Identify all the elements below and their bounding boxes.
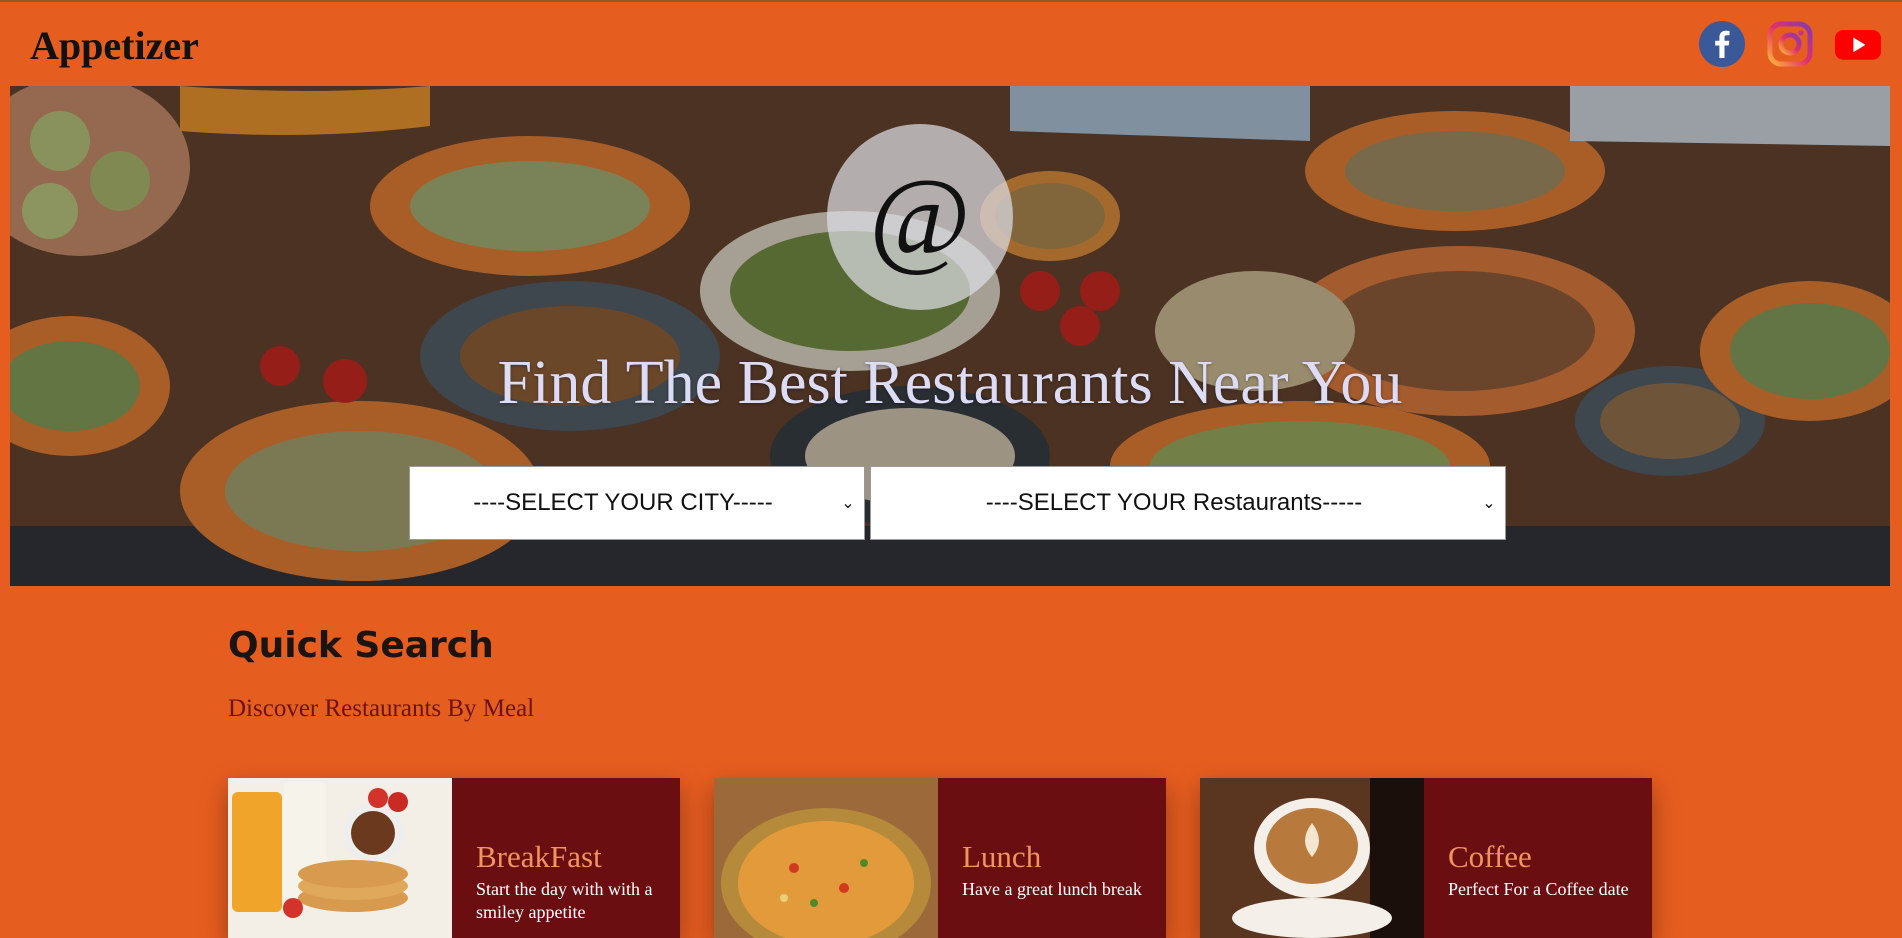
card-description: Have a great lunch break xyxy=(962,879,1142,900)
meal-card-breakfast[interactable]: BreakFast Start the day with with a smil… xyxy=(228,778,680,938)
card-description: Start the day with with a smiley appetit… xyxy=(476,879,653,922)
city-select-value: ----SELECT YOUR CITY----- xyxy=(473,489,773,516)
meal-card-lunch[interactable]: Lunch Have a great lunch break xyxy=(714,778,1166,938)
meal-card-coffee[interactable]: Coffee Perfect For a Coffee date xyxy=(1200,778,1652,938)
brand-logo-text[interactable]: Appetizer xyxy=(30,22,199,69)
card-title: Lunch xyxy=(962,839,1042,874)
hero-banner: @ Find The Best Restaurants Near You ---… xyxy=(10,86,1890,586)
social-links xyxy=(1698,20,1882,68)
restaurant-select[interactable]: ----SELECT YOUR Restaurants----- ⌄ xyxy=(870,466,1506,540)
coffee-image xyxy=(1200,778,1424,938)
card-title: BreakFast xyxy=(476,839,602,874)
chevron-down-icon: ⌄ xyxy=(1482,495,1496,512)
card-description: Perfect For a Coffee date xyxy=(1448,879,1629,900)
logo-symbol: @ xyxy=(869,156,971,278)
quick-search-subtitle: Discover Restaurants By Meal xyxy=(228,695,535,722)
instagram-icon[interactable] xyxy=(1766,20,1814,68)
facebook-icon[interactable] xyxy=(1698,20,1746,68)
youtube-icon[interactable] xyxy=(1834,20,1882,68)
chevron-down-icon: ⌄ xyxy=(841,495,855,512)
hero-title: Find The Best Restaurants Near You xyxy=(497,349,1403,417)
lunch-image xyxy=(714,778,938,938)
breakfast-image xyxy=(228,778,452,938)
restaurant-select-value: ----SELECT YOUR Restaurants----- xyxy=(985,489,1363,516)
site-logo-circle: @ xyxy=(827,124,1013,310)
city-select[interactable]: ----SELECT YOUR CITY----- ⌄ xyxy=(409,466,865,540)
card-title: Coffee xyxy=(1448,839,1532,874)
top-header: Appetizer xyxy=(0,0,1902,86)
quick-search-title: Quick Search xyxy=(228,625,494,666)
